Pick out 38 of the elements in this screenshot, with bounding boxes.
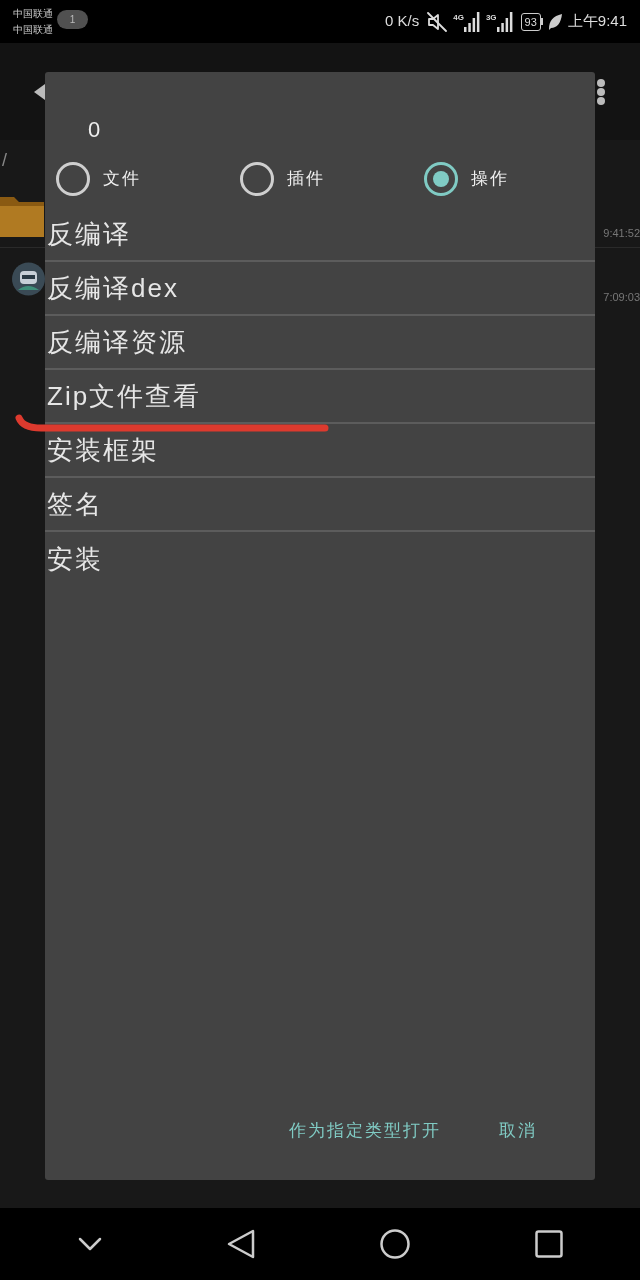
signal-icon	[496, 11, 513, 32]
clock-time: 上午9:41	[567, 11, 627, 32]
dialog-button[interactable]: 作为指定类型打开	[289, 1113, 441, 1147]
overflow-menu-icon[interactable]	[596, 78, 606, 105]
radio-label[interactable]: 插件	[287, 166, 325, 192]
action-item[interactable]: 安装	[45, 532, 595, 586]
radio-label[interactable]: 文件	[103, 166, 141, 192]
action-item[interactable]: 安装框架	[45, 424, 595, 478]
radio-button[interactable]	[424, 162, 458, 196]
radio-button[interactable]	[56, 162, 90, 196]
chevron-down-icon[interactable]	[77, 1237, 102, 1251]
notification-count: 1	[57, 9, 88, 29]
back-icon[interactable]	[226, 1229, 255, 1259]
leaf-icon	[547, 13, 562, 30]
carrier-name: 中国联通	[13, 23, 53, 36]
file-time: 9:41:52	[603, 225, 640, 241]
action-item[interactable]: 反编译	[45, 208, 595, 262]
app-icon	[12, 262, 45, 296]
folder-path: /	[2, 148, 7, 172]
action-item[interactable]: 签名	[45, 478, 595, 532]
network-speed: 0 K/s	[385, 11, 420, 32]
home-icon[interactable]	[379, 1229, 410, 1259]
dialog-title: 0	[88, 117, 101, 143]
radio-label[interactable]: 操作	[471, 166, 509, 192]
mute-icon	[427, 11, 448, 32]
network-type-label: 4G	[453, 12, 464, 22]
recent-apps-icon[interactable]	[534, 1230, 563, 1258]
file-time: 7:09:03	[603, 289, 640, 305]
radio-button[interactable]	[240, 162, 274, 196]
action-item[interactable]: Zip文件查看	[45, 370, 595, 424]
signal-icon	[463, 11, 480, 32]
carrier-name: 中国联通	[13, 7, 53, 20]
dialog-button[interactable]: 取消	[499, 1113, 537, 1147]
action-item[interactable]: 反编译dex	[45, 262, 595, 316]
battery-indicator: 93	[520, 12, 543, 31]
action-item[interactable]: 反编译资源	[45, 316, 595, 370]
back-arrow-icon	[34, 83, 45, 100]
network-type-label: 3G	[485, 12, 497, 22]
